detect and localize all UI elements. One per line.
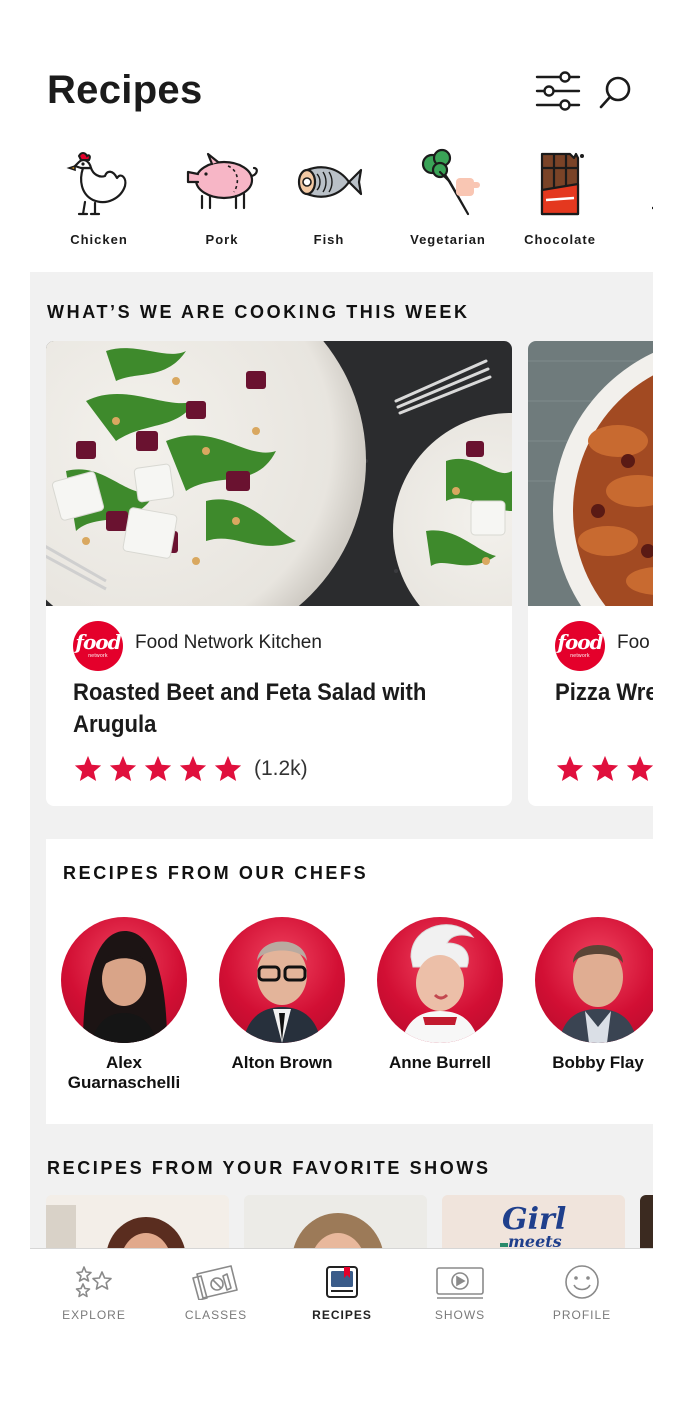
recipe-image: [46, 341, 512, 606]
pig-icon: [186, 152, 258, 210]
show-thumbnail[interactable]: [46, 1195, 229, 1248]
search-button[interactable]: [598, 74, 634, 112]
recipe-card[interactable]: food network Food Network Kitchen Roaste…: [46, 341, 512, 806]
shows-section-title: RECIPES FROM YOUR FAVORITE SHOWS: [47, 1158, 491, 1178]
header: Recipes: [30, 0, 653, 140]
nav-recipes[interactable]: RECIPES: [292, 1264, 392, 1322]
category-vegetarian[interactable]: Vegetarian: [398, 140, 498, 260]
rating: [555, 754, 653, 784]
recipes-screen: Recipes Chicken Pork Fish Vegetarian Cho…: [30, 0, 653, 1410]
logo-sub: network: [88, 653, 108, 659]
chef-name: Anne Burrell: [388, 1053, 492, 1072]
page-title: Recipes: [47, 68, 203, 112]
recipe-card[interactable]: food network Foo Pizza Wre: [528, 341, 653, 806]
food-network-logo: food network: [73, 621, 123, 671]
chef-name: Alton Brown: [231, 1053, 333, 1072]
category-chocolate[interactable]: Chocolate: [510, 140, 610, 260]
chef-name: Bobby Flay: [552, 1053, 644, 1072]
nav-explore[interactable]: EXPLORE: [44, 1264, 144, 1322]
nav-profile[interactable]: PROFILE: [532, 1264, 632, 1322]
classes-icon: [192, 1265, 238, 1300]
category-label: Pork: [205, 232, 239, 247]
chef-item[interactable]: Anne Burrell: [365, 917, 515, 1073]
logo-word: food: [75, 630, 121, 654]
category-label: Vegetarian: [410, 232, 486, 247]
chef-name: Alex Guarnaschelli: [67, 1053, 181, 1092]
chocolate-bar-icon: [540, 152, 584, 216]
weekly-section-title: WHAT’S WE ARE COOKING THIS WEEK: [47, 302, 470, 322]
filter-button[interactable]: [535, 70, 581, 112]
category-label: Br: [622, 232, 653, 247]
star-icon: [626, 755, 653, 781]
show-thumbnail[interactable]: Girl meets: [442, 1195, 625, 1248]
show-thumbnail[interactable]: [244, 1195, 427, 1248]
chef-item[interactable]: Alton Brown: [207, 917, 357, 1073]
star-icon: [179, 755, 207, 781]
category-strip[interactable]: Chicken Pork Fish Vegetarian Chocolate: [30, 140, 653, 272]
rating: (1.2k): [73, 754, 308, 784]
star-icon: [144, 755, 172, 781]
nav-label: PROFILE: [552, 1308, 612, 1322]
category-label: Chicken: [70, 232, 128, 247]
chefs-section-title: RECIPES FROM OUR CHEFS: [63, 863, 369, 883]
fish-icon: [297, 166, 363, 198]
stars-icon: [75, 1266, 112, 1298]
star-icon: [556, 755, 584, 781]
nav-label: CLASSES: [184, 1308, 248, 1322]
recipe-book-icon: [326, 1266, 358, 1298]
chicken-icon: [66, 152, 127, 216]
sliders-icon: [535, 71, 581, 111]
nav-label: SHOWS: [434, 1308, 486, 1322]
bottom-nav: EXPLORE CLASSES RECIPES SHOWS PROFILE: [30, 1248, 653, 1338]
star-icon: [214, 755, 242, 781]
recipe-title: Roasted Beet and Feta Salad with Arugula: [73, 679, 427, 738]
recipe-source: Foo: [617, 632, 650, 653]
star-icon: [591, 755, 619, 781]
chef-item[interactable]: Bobby Flay: [523, 917, 653, 1073]
chef-item[interactable]: Alex Guarnaschelli: [49, 917, 199, 1093]
category-label: Fish: [313, 232, 345, 247]
category-bread[interactable]: Br: [622, 140, 653, 260]
chefs-section: RECIPES FROM OUR CHEFS Alex Guarnaschell…: [46, 839, 653, 1124]
chef-avatar: [535, 917, 653, 1043]
nav-label: RECIPES: [312, 1308, 372, 1322]
nav-classes[interactable]: CLASSES: [166, 1264, 266, 1322]
search-icon: [599, 76, 631, 109]
chef-avatar: [219, 917, 345, 1043]
nav-shows[interactable]: SHOWS: [410, 1264, 510, 1322]
play-screen-icon: [436, 1267, 484, 1299]
nav-label: EXPLORE: [62, 1308, 126, 1322]
bread-icon: [652, 206, 653, 210]
category-chicken[interactable]: Chicken: [49, 140, 149, 260]
recipe-image: [528, 341, 653, 606]
vegetables-icon: [421, 148, 480, 216]
category-pork[interactable]: Pork: [172, 140, 272, 260]
star-icon: [74, 755, 102, 781]
category-label: Chocolate: [524, 232, 596, 247]
show-logo-meets: meets: [508, 1232, 562, 1248]
logo-word: food: [557, 630, 603, 654]
chef-avatar: [61, 917, 187, 1043]
chef-avatar: [377, 917, 503, 1043]
food-network-logo: food network: [555, 621, 605, 671]
star-icon: [109, 755, 137, 781]
show-thumbnail[interactable]: [640, 1195, 653, 1248]
recipe-source: Food Network Kitchen: [135, 632, 322, 653]
smiley-icon: [565, 1265, 599, 1299]
category-fish[interactable]: Fish: [279, 140, 379, 260]
logo-sub: network: [570, 653, 590, 659]
recipe-title: Pizza Wre: [555, 679, 653, 706]
rating-count: (1.2k): [254, 757, 308, 780]
content-scroll-area[interactable]: WHAT’S WE ARE COOKING THIS WEEK food net…: [30, 272, 653, 1248]
